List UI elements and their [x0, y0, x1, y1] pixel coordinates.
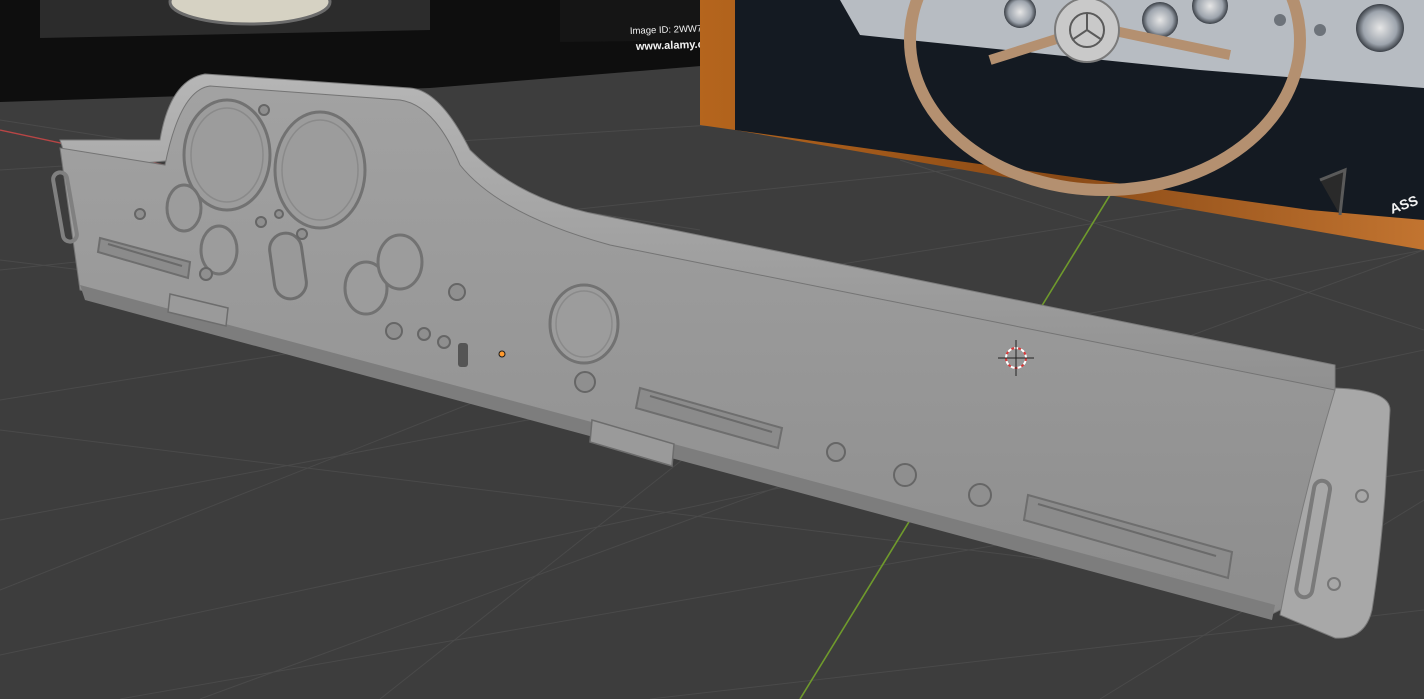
- knob: [448, 283, 466, 301]
- key-switch: [458, 343, 468, 367]
- knob: [826, 442, 846, 462]
- knob: [274, 209, 284, 219]
- knob: [968, 483, 992, 507]
- knob: [134, 208, 146, 220]
- knob: [199, 267, 213, 281]
- small-gauge-bezel: [376, 233, 424, 291]
- small-gauge-bezel: [199, 224, 239, 276]
- knob: [385, 322, 403, 340]
- clock-bezel: [548, 283, 620, 365]
- knob: [258, 104, 270, 116]
- 3d-viewport[interactable]: Image ID: 2WW7MHD www.alamy.com ASS: [0, 0, 1424, 699]
- origin-point-icon: [498, 350, 506, 358]
- knob: [296, 228, 308, 240]
- knob: [893, 463, 917, 487]
- knob: [437, 335, 451, 349]
- knob: [417, 327, 431, 341]
- knob: [255, 216, 267, 228]
- knob: [574, 371, 596, 393]
- small-gauge-bezel: [165, 183, 203, 233]
- tachometer-bezel: [273, 110, 367, 230]
